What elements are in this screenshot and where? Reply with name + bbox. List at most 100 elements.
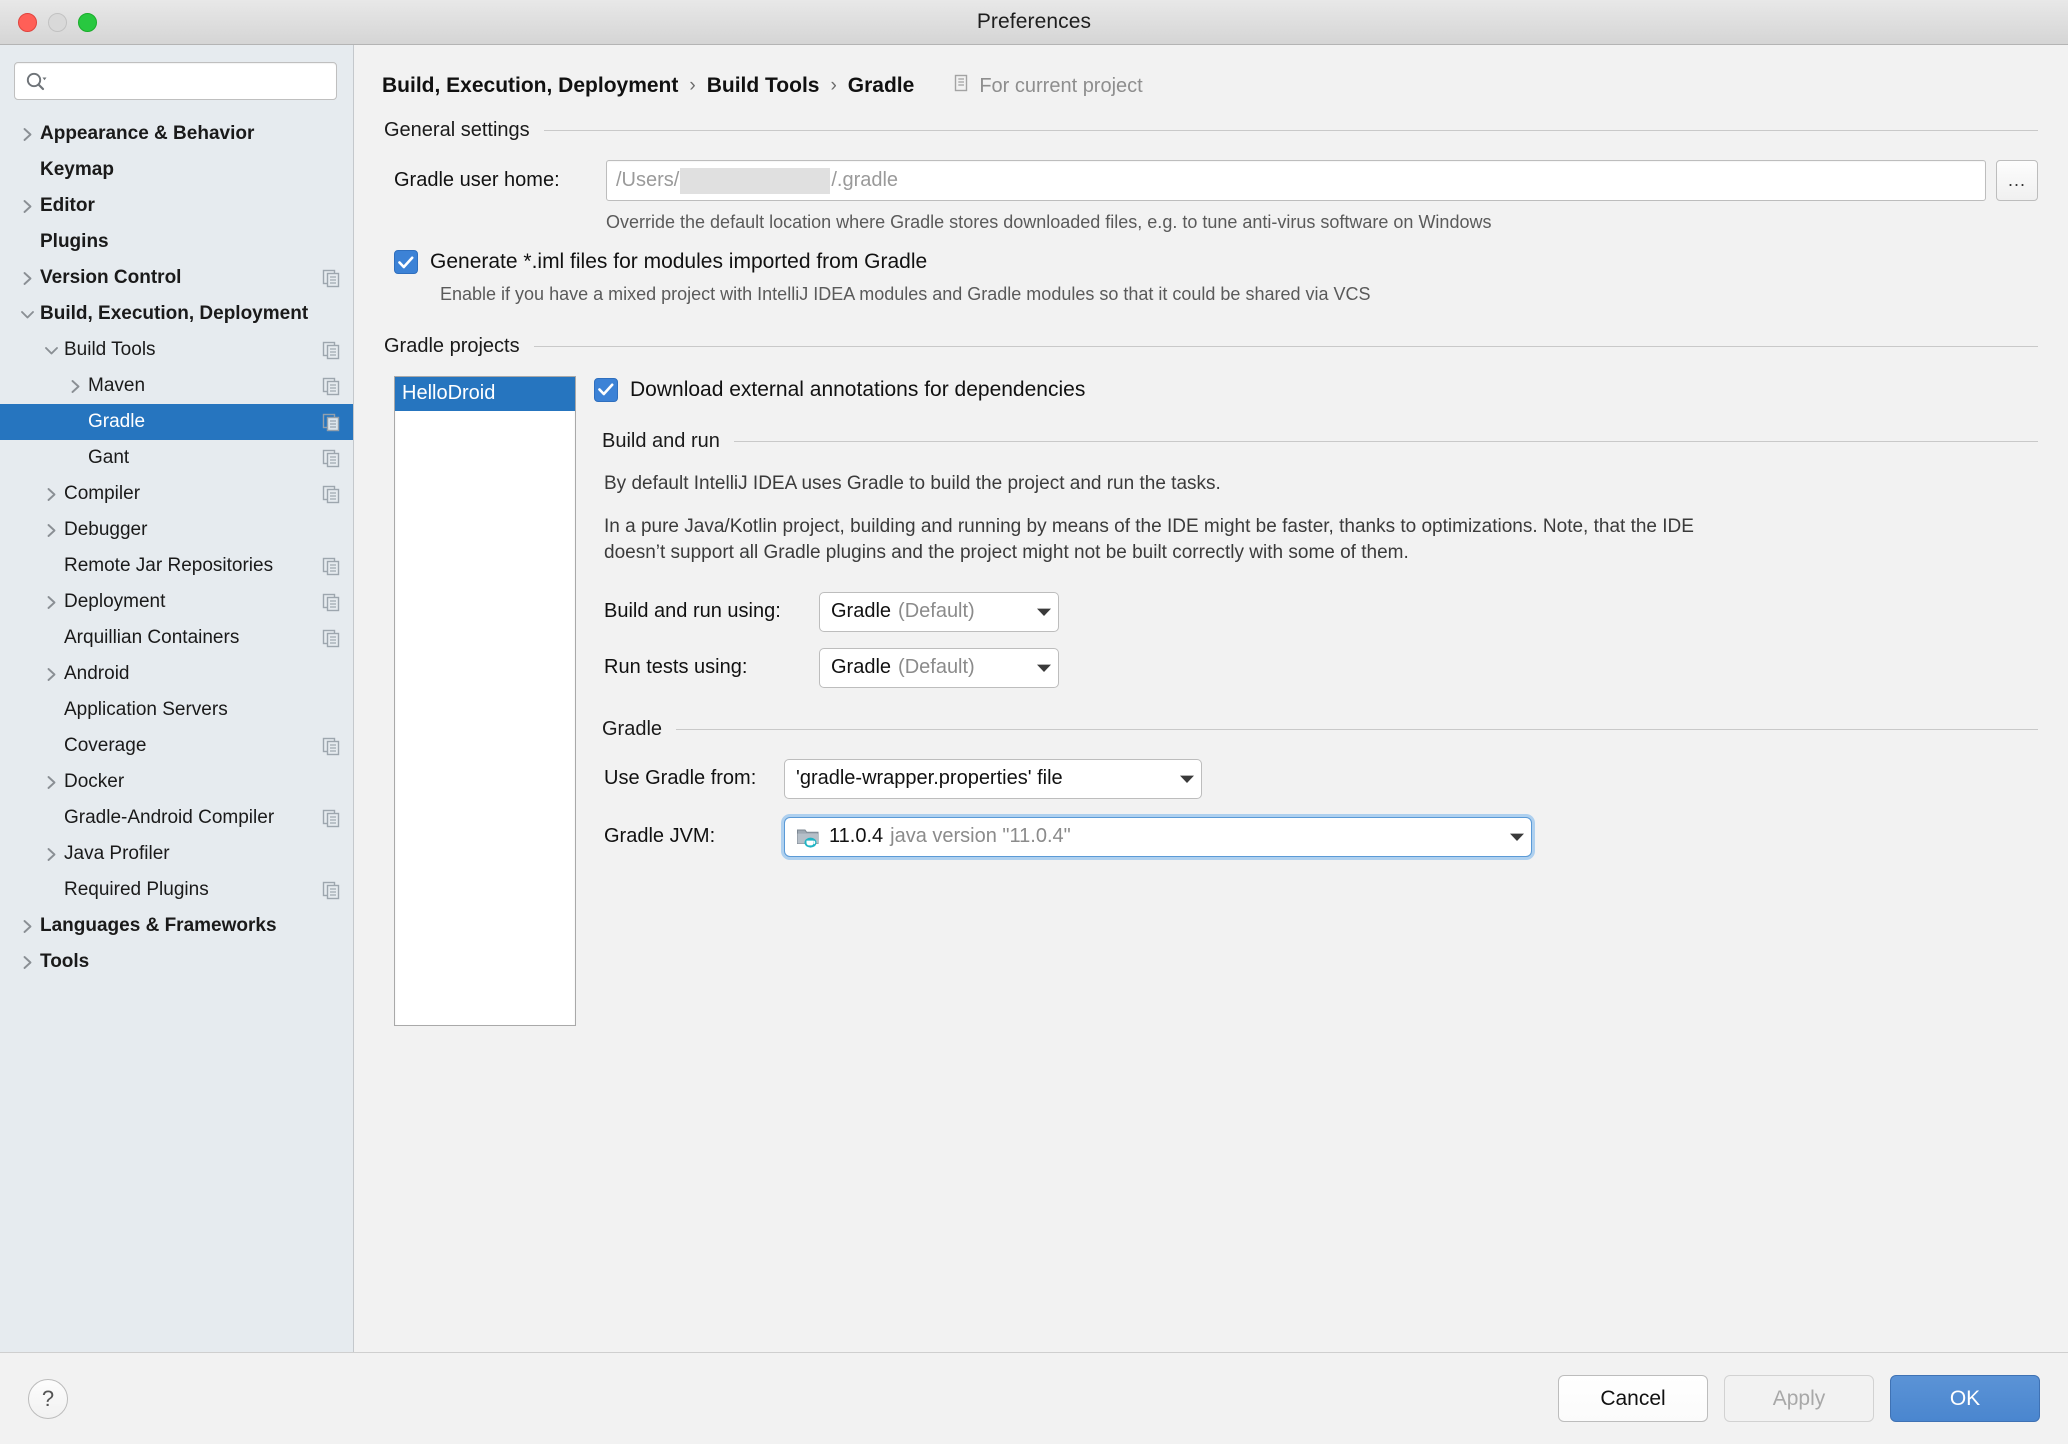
sidebar-item-label: Gradle-Android Compiler: [64, 807, 275, 828]
project-settings-icon: [321, 556, 341, 576]
sidebar-item-debugger[interactable]: Debugger: [0, 512, 353, 548]
breadcrumb-item-build-execution-deployment[interactable]: Build, Execution, Deployment: [382, 74, 678, 98]
sidebar-item-label: Version Control: [40, 267, 182, 288]
sidebar-item-editor[interactable]: Editor: [0, 188, 353, 224]
sidebar-item-android[interactable]: Android: [0, 656, 353, 692]
gradle-user-home-row: Gradle user home: /Users/ /.gradle ...: [384, 160, 2038, 201]
use-gradle-from-dropdown[interactable]: 'gradle-wrapper.properties' file: [784, 758, 1202, 799]
gradle-section-header: Gradle: [594, 718, 2038, 741]
sidebar-item-remote-jar-repositories[interactable]: Remote Jar Repositories: [0, 548, 353, 584]
sidebar-item-label: Debugger: [64, 519, 148, 540]
breadcrumb: Build, Execution, Deployment › Build Too…: [354, 45, 2068, 117]
sidebar-item-label: Deployment: [64, 591, 166, 612]
list-item[interactable]: HelloDroid: [395, 376, 575, 411]
gradle-user-home-input[interactable]: /Users/ /.gradle: [606, 160, 1986, 201]
settings-main-panel: Build, Execution, Deployment › Build Too…: [354, 45, 2068, 1352]
chevron-right-icon[interactable]: [14, 199, 40, 214]
use-gradle-from-value: 'gradle-wrapper.properties' file: [796, 767, 1063, 790]
sidebar-item-label: Plugins: [40, 231, 109, 252]
gradle-user-home-suffix: /.gradle: [831, 169, 899, 191]
sidebar-item-plugins[interactable]: Plugins: [0, 224, 353, 260]
project-settings-icon: [321, 880, 341, 900]
search-box[interactable]: [14, 62, 337, 100]
gradle-user-home-browse-button[interactable]: ...: [1996, 160, 2038, 201]
generate-iml-checkbox[interactable]: [394, 250, 418, 275]
project-settings-icon: [321, 736, 341, 756]
build-and-run-header: Build and run: [594, 430, 2038, 453]
sidebar-item-application-servers[interactable]: Application Servers: [0, 692, 353, 728]
sidebar-item-compiler[interactable]: Compiler: [0, 476, 353, 512]
settings-content: General settings Gradle user home: /User…: [354, 117, 2068, 1352]
chevron-right-icon[interactable]: [14, 955, 40, 970]
sidebar-item-build-tools[interactable]: Build Tools: [0, 332, 353, 368]
general-settings-title: General settings: [384, 119, 530, 141]
jdk-folder-icon: [796, 826, 820, 848]
help-button[interactable]: ?: [28, 1378, 68, 1419]
use-gradle-from-row: Use Gradle from: 'gradle-wrapper.propert…: [604, 758, 2038, 799]
search-input[interactable]: [53, 70, 326, 92]
sidebar-item-appearance-behavior[interactable]: Appearance & Behavior: [0, 116, 353, 152]
search-container: [0, 45, 353, 114]
chevron-right-icon[interactable]: [38, 595, 64, 610]
sidebar-item-maven[interactable]: Maven: [0, 368, 353, 404]
sidebar-item-languages-frameworks[interactable]: Languages & Frameworks: [0, 908, 353, 944]
sidebar-item-coverage[interactable]: Coverage: [0, 728, 353, 764]
chevron-right-icon[interactable]: [38, 667, 64, 682]
sidebar-item-label: Build, Execution, Deployment: [40, 303, 309, 324]
chevron-right-icon[interactable]: [14, 127, 40, 142]
sidebar-item-deployment[interactable]: Deployment: [0, 584, 353, 620]
gradle-projects-list[interactable]: HelloDroid: [394, 375, 576, 1026]
ok-button[interactable]: OK: [1890, 1375, 2040, 1422]
chevron-right-icon[interactable]: [14, 271, 40, 286]
sidebar-item-arquillian-containers[interactable]: Arquillian Containers: [0, 620, 353, 656]
project-settings-icon: [321, 592, 341, 612]
chevron-down-icon[interactable]: [14, 308, 40, 321]
chevron-right-icon[interactable]: [38, 775, 64, 790]
chevron-right-icon[interactable]: [38, 487, 64, 502]
section-divider: [533, 345, 2038, 347]
sidebar-item-gant[interactable]: Gant: [0, 440, 353, 476]
chevron-right-icon[interactable]: [38, 847, 64, 862]
sidebar-item-label: Required Plugins: [64, 879, 209, 900]
sidebar-item-label: Gant: [88, 447, 130, 468]
gradle-user-home-prefix: /Users/: [616, 169, 680, 191]
chevron-right-icon[interactable]: [14, 919, 40, 934]
download-annotations-checkbox[interactable]: [594, 377, 618, 402]
cancel-button[interactable]: Cancel: [1558, 1375, 1708, 1422]
build-and-run-title: Build and run: [602, 429, 720, 452]
generate-iml-row[interactable]: Generate *.iml files for modules importe…: [384, 250, 2038, 275]
sidebar-item-gradle[interactable]: Gradle: [0, 404, 353, 440]
chevron-right-icon[interactable]: [62, 379, 88, 394]
gradle-section-title: Gradle: [602, 717, 663, 740]
sidebar-item-label: Appearance & Behavior: [40, 123, 255, 144]
chevron-right-icon[interactable]: [38, 523, 64, 538]
build-run-using-dropdown[interactable]: Gradle (Default): [819, 591, 1059, 632]
build-run-using-label: Build and run using:: [604, 600, 781, 623]
chevron-down-icon: [1165, 774, 1195, 784]
sidebar-item-build-execution-deployment[interactable]: Build, Execution, Deployment: [0, 296, 353, 332]
sidebar-item-label: Remote Jar Repositories: [64, 555, 274, 576]
run-tests-using-dropdown[interactable]: Gradle (Default): [819, 647, 1059, 688]
breadcrumb-item-build-tools[interactable]: Build Tools: [707, 74, 820, 98]
sidebar-item-keymap[interactable]: Keymap: [0, 152, 353, 188]
sidebar-item-docker[interactable]: Docker: [0, 764, 353, 800]
run-tests-using-row: Run tests using: Gradle (Default): [604, 647, 2038, 688]
project-settings-icon: [321, 448, 341, 468]
sidebar-item-tools[interactable]: Tools: [0, 944, 353, 980]
breadcrumb-item-gradle: Gradle: [847, 74, 915, 97]
sidebar-item-label: Gradle: [88, 411, 146, 432]
dialog-footer: ? Cancel Apply OK: [0, 1352, 2068, 1444]
chevron-right-icon: ›: [689, 75, 696, 96]
sidebar-item-java-profiler[interactable]: Java Profiler: [0, 836, 353, 872]
gradle-projects-title: Gradle projects: [384, 334, 520, 357]
sidebar-item-required-plugins[interactable]: Required Plugins: [0, 872, 353, 908]
sidebar-item-version-control[interactable]: Version Control: [0, 260, 353, 296]
chevron-down-icon[interactable]: [38, 344, 64, 357]
for-current-project-label: For current project: [979, 74, 1143, 97]
sidebar-item-gradle-android-compiler[interactable]: Gradle-Android Compiler: [0, 800, 353, 836]
run-tests-using-suffix: (Default): [898, 656, 975, 679]
gradle-jvm-dropdown[interactable]: 11.0.4 java version "11.0.4": [784, 816, 1532, 857]
section-divider: [733, 440, 2038, 442]
apply-button[interactable]: Apply: [1724, 1375, 1874, 1422]
download-annotations-row[interactable]: Download external annotations for depend…: [594, 377, 2038, 402]
